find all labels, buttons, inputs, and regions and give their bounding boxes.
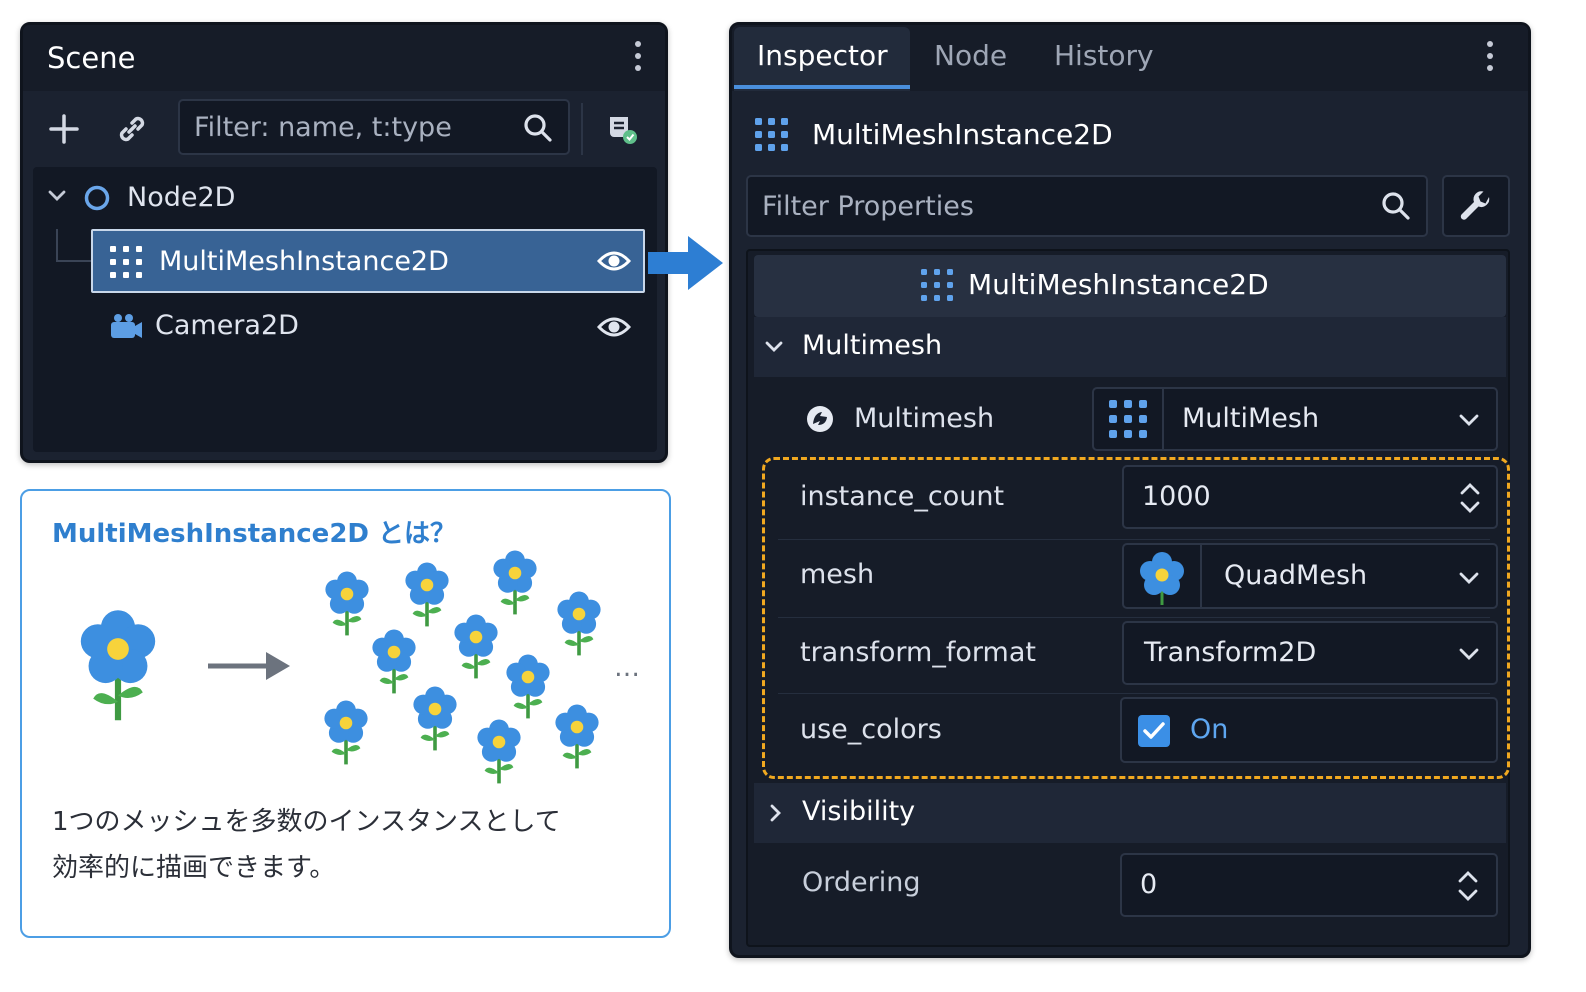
multimesh-label: Multimesh [854,403,995,434]
class-header-label: MultiMeshInstance2D [968,268,1269,301]
info-desc-line2: 効率的に描画できます。 [52,853,336,883]
script-icon[interactable] [595,103,649,155]
spinner-arrows-icon[interactable] [1456,867,1480,909]
flower-instances-icon [322,549,603,786]
multimesh-resource-picker[interactable]: MultiMesh [1092,387,1498,451]
scene-panel: Scene Filter: name, t:type Node2D MultiM… [20,22,668,463]
flower-illustration [22,549,603,786]
tree-connector [56,260,91,262]
tab-history[interactable]: History [1054,39,1154,72]
ellipsis-text: … [614,653,642,683]
tree-row-multimeshinstance2d[interactable]: MultiMeshInstance2D [91,229,645,293]
tree-label-camera2d: Camera2D [155,310,299,341]
tab-node[interactable]: Node [934,39,1007,72]
search-icon [1380,190,1412,226]
add-node-icon[interactable] [37,103,91,155]
multimesh-grid-icon [109,245,143,283]
section-visibility-label: Visibility [802,796,916,827]
scene-filter-placeholder: Filter: name, t:type [194,112,452,143]
resource-icon [804,403,836,439]
single-flower-icon [81,610,155,720]
inspector-panel: Inspector Node History MultiMeshInstance… [729,22,1531,958]
info-card-title: MultiMeshInstance2D とは？ [52,519,457,549]
info-card: MultiMeshInstance2D とは？ … 1つのメッシュを多数のインス… [20,489,671,938]
section-multimesh[interactable]: Multimesh [754,317,1506,377]
ordering-spinbox[interactable]: 0 [1120,853,1498,917]
ordering-value: 0 [1140,869,1158,900]
chevron-right-icon [766,803,786,827]
inspector-tabs-bar: Inspector Node History [732,25,1528,91]
tree-connector [56,229,58,261]
multimesh-value: MultiMesh [1182,403,1320,434]
search-icon [522,112,554,148]
scene-menu-icon[interactable] [635,41,643,75]
tree-row-node2d[interactable]: Node2D [33,167,657,229]
multimesh-grid-icon [920,268,954,306]
property-filter-placeholder: Filter Properties [762,191,974,222]
section-visibility[interactable]: Visibility [754,783,1506,843]
link-icon[interactable] [105,103,159,155]
ordering-label: Ordering [802,867,921,898]
inspector-properties: MultiMeshInstance2D Multimesh Multimesh … [746,249,1510,947]
visibility-eye-icon[interactable] [596,247,632,279]
highlight-box [762,457,1510,779]
chevron-down-icon[interactable] [47,185,67,209]
tree-label-multimeshinstance2d: MultiMeshInstance2D [159,246,449,277]
inspected-node-title: MultiMeshInstance2D [812,118,1113,151]
class-header: MultiMeshInstance2D [754,255,1506,317]
scene-header: Scene [23,25,665,91]
node2d-icon [83,184,111,216]
arrow-icon [208,652,290,680]
tree-label-node2d: Node2D [127,182,236,213]
arrow-right-icon [648,236,724,294]
camera-icon [109,312,143,346]
multimesh-preview [1094,389,1164,449]
scene-title: Scene [47,41,136,75]
tab-inspector[interactable]: Inspector [757,39,888,72]
multimesh-grid-icon [754,117,790,157]
scene-filter-input[interactable]: Filter: name, t:type [178,99,570,155]
tab-active-indicator [734,85,910,89]
scene-tree: Node2D MultiMeshInstance2D Camera2D [33,167,657,452]
section-multimesh-label: Multimesh [802,330,943,361]
tree-row-camera2d[interactable]: Camera2D [33,295,657,357]
toolbar-divider [581,103,583,155]
property-filter-input[interactable]: Filter Properties [746,175,1428,237]
info-desc-line1: 1つのメッシュを多数のインスタンスとして [52,807,561,837]
wrench-icon[interactable] [1442,175,1510,237]
chevron-down-icon [1458,409,1480,435]
visibility-eye-icon[interactable] [596,313,632,345]
inspector-menu-icon[interactable] [1487,41,1495,75]
chevron-down-icon [764,337,784,361]
